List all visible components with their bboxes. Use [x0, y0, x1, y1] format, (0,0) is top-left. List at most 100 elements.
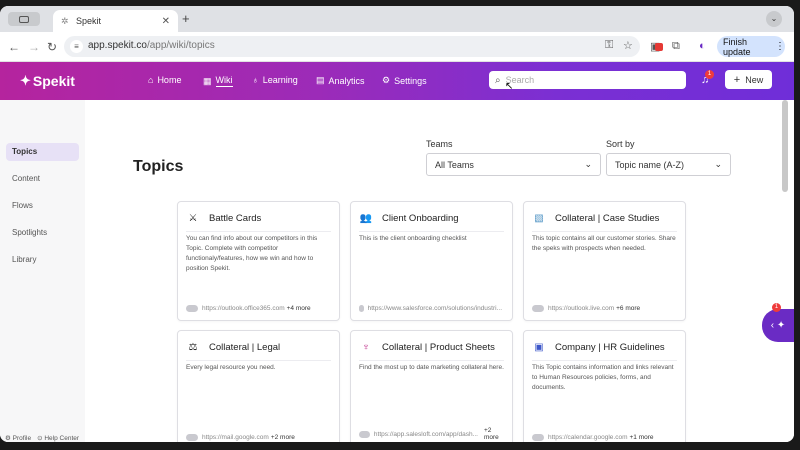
card-more[interactable]: +2 more [484, 427, 504, 441]
forward-icon[interactable]: → [28, 40, 40, 54]
teams-value: All Teams [435, 159, 474, 170]
topic-card-client-onboarding[interactable]: 👥 Client Onboarding This is the client o… [350, 201, 513, 321]
sort-value: Topic name (A-Z) [615, 159, 685, 170]
mouse-cursor-icon: ↖ [505, 81, 514, 92]
card-description: This topic contains all our customer sto… [532, 235, 676, 252]
card-link[interactable]: https://outlook.live.com [548, 305, 614, 312]
notification-badge: 1 [705, 70, 714, 79]
profile-avatar-icon[interactable]: ◐ [699, 40, 706, 52]
url-host: app.spekit.co [88, 40, 147, 51]
nav-settings-label: Settings [394, 75, 427, 86]
card-more[interactable]: +4 more [287, 305, 311, 312]
close-tab-icon[interactable]: ✕ [162, 16, 170, 27]
grid-icon: ▦ [203, 75, 212, 86]
sidebar-item-flows[interactable]: Flows [6, 197, 79, 215]
card-more[interactable]: +2 more [271, 434, 295, 441]
app-header: ✦ Spekit ⌂ Home ▦ Wiki ♁ Learning ▤ Anal… [0, 62, 794, 100]
card-links: https://outlook.office365.com +4 more [186, 305, 331, 312]
topic-card-legal[interactable]: ⚖ Collateral | Legal Every legal resourc… [177, 330, 340, 442]
scrollbar-thumb[interactable] [782, 100, 788, 192]
nav-wiki[interactable]: ▦ Wiki [203, 75, 233, 87]
card-title: Battle Cards [209, 213, 262, 224]
card-description: You can find info about our competitors … [186, 235, 318, 272]
card-link[interactable]: https://www.salesforce.com/solutions/ind… [368, 305, 502, 312]
document-image-icon: ▧ [534, 213, 544, 224]
teams-select[interactable]: All Teams ⌄ [426, 153, 601, 176]
profile-label: Profile [12, 435, 32, 442]
card-title: Collateral | Product Sheets [382, 342, 495, 353]
address-bar[interactable]: ≡ app.spekit.co/app/wiki/topics ⚿ ☆ [64, 36, 640, 57]
widget-badge: 1 [772, 303, 781, 312]
link-favicon-icon [359, 430, 370, 438]
sidebar-item-library[interactable]: Library [6, 251, 79, 269]
topic-card-battle-cards[interactable]: ⚔ Battle Cards You can find info about o… [177, 201, 340, 321]
tab-search-icon[interactable]: ⌄ [766, 11, 782, 27]
site-info-icon[interactable]: ≡ [70, 40, 83, 53]
spekit-widget-button[interactable]: ‹ ✦ [762, 309, 794, 342]
tab-groups-icon[interactable] [8, 12, 40, 26]
nav-wiki-label: Wiki [215, 75, 233, 87]
puzzle-icon[interactable]: ⧉ [672, 40, 680, 53]
card-links: https://www.salesforce.com/solutions/ind… [359, 305, 504, 312]
card-link[interactable]: https://app.salesloft.com/app/dash... [374, 431, 478, 438]
new-tab-icon[interactable]: + [182, 11, 190, 26]
card-links: https://outlook.live.com +6 more [532, 305, 677, 312]
browser-tab[interactable]: ✲ Spekit ✕ [53, 10, 178, 32]
home-icon: ⌂ [148, 75, 154, 85]
topic-card-case-studies[interactable]: ▧ Collateral | Case Studies This topic c… [523, 201, 686, 321]
nav-learning-label: Learning [262, 75, 298, 85]
reload-icon[interactable]: ↻ [47, 40, 57, 54]
link-favicon-icon [186, 434, 198, 441]
topic-card-hr-guidelines[interactable]: ▣ Company | HR Guidelines This Topic con… [523, 330, 686, 442]
logo-text: Spekit [32, 73, 75, 89]
tab-title: Spekit [76, 16, 102, 26]
card-more[interactable]: +1 more [630, 434, 654, 441]
card-link[interactable]: https://calendar.google.com [548, 434, 628, 441]
card-description: This is the client onboarding checklist [359, 235, 467, 242]
sort-select[interactable]: Topic name (A-Z) ⌄ [606, 153, 731, 176]
octopus-icon: ♆ [362, 342, 370, 353]
card-links: https://mail.google.com +2 more [186, 434, 331, 441]
sidebar: Topics Content Flows Spotlights Library … [0, 100, 85, 442]
spekit-logo-icon: ✦ [20, 73, 31, 88]
help-center-link[interactable]: ⊙ Help Center [37, 434, 79, 442]
globe-icon: ✲ [61, 15, 69, 26]
sidebar-footer: ⚙ Profile ⊙ Help Center [5, 434, 79, 442]
more-vert-icon: ⋮ [775, 41, 785, 52]
gear-icon: ⚙ [382, 75, 391, 85]
sidebar-item-spotlights[interactable]: Spotlights [6, 224, 79, 242]
new-button[interactable]: + New [725, 70, 772, 89]
link-favicon-icon [359, 305, 364, 312]
vertical-scrollbar[interactable] [779, 100, 794, 442]
sidebar-item-topics[interactable]: Topics [6, 143, 79, 161]
topic-card-product-sheets[interactable]: ♆ Collateral | Product Sheets Find the m… [350, 330, 513, 442]
nav-home-label: Home [157, 75, 182, 85]
card-more[interactable]: +6 more [616, 305, 640, 312]
profile-link[interactable]: ⚙ Profile [5, 434, 31, 442]
card-link[interactable]: https://mail.google.com [202, 434, 269, 441]
sort-label: Sort by [606, 139, 635, 149]
nav-learning[interactable]: ♁ Learning [252, 75, 298, 85]
extension-badge [655, 43, 663, 51]
bookmark-star-icon[interactable]: ☆ [623, 39, 633, 52]
card-title: Company | HR Guidelines [555, 342, 665, 353]
help-center-label: Help Center [44, 435, 80, 442]
link-favicon-icon [532, 305, 544, 312]
link-favicon-icon [186, 305, 198, 312]
people-icon: 👥 [359, 213, 373, 224]
nav-home[interactable]: ⌂ Home [148, 75, 181, 85]
back-icon[interactable]: ← [8, 40, 20, 54]
sidebar-item-content[interactable]: Content [6, 170, 79, 188]
chart-icon: ▤ [316, 75, 325, 85]
key-icon[interactable]: ⚿ [605, 39, 613, 52]
spekit-logo[interactable]: ✦ Spekit [20, 73, 75, 89]
swords-icon: ⚔ [188, 213, 198, 224]
nav-analytics[interactable]: ▤ Analytics [316, 75, 365, 86]
nav-settings[interactable]: ⚙ Settings [382, 75, 427, 86]
plus-icon: + [733, 73, 741, 86]
browser-window: ✲ Spekit ✕ + ⌄ ← → ↻ ≡ app.spekit.co/app… [0, 6, 794, 442]
card-link[interactable]: https://outlook.office365.com [202, 305, 285, 312]
finish-update-button[interactable]: Finish update ⋮ [717, 36, 785, 57]
browser-toolbar: ← → ↻ ≡ app.spekit.co/app/wiki/topics ⚿ … [0, 32, 794, 62]
search-input[interactable]: ⌕ Search [489, 71, 686, 89]
